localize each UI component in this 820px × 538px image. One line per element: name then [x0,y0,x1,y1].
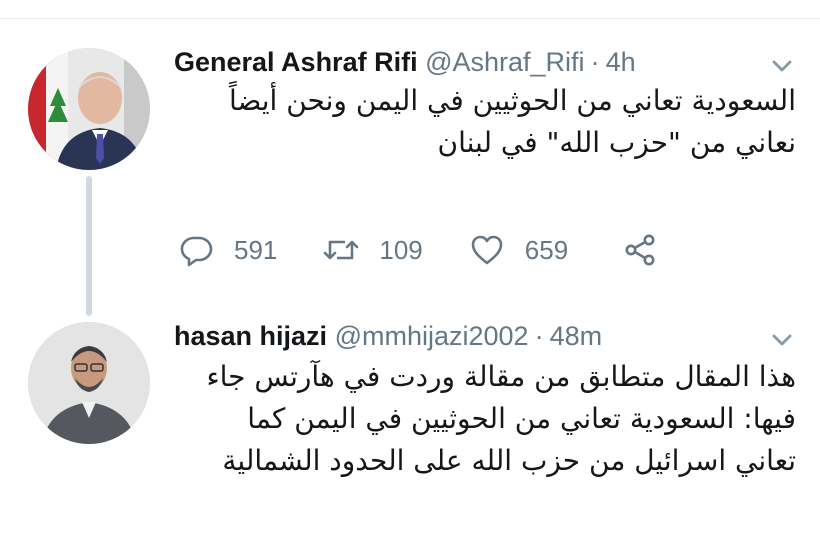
username[interactable]: @Ashraf_Rifi [425,47,584,77]
separator-dot: · [534,321,544,351]
like-button[interactable]: 659 [469,232,568,268]
separator-dot: · [590,47,600,77]
divider-top [0,18,820,19]
display-name[interactable]: hasan hijazi [174,321,327,351]
display-name[interactable]: General Ashraf Rifi [174,47,418,77]
chevron-down-icon[interactable] [768,52,796,80]
avatar-image-rifi [28,48,150,170]
tweet-header: General Ashraf Rifi @Ashraf_Rifi · 4h [174,45,636,79]
avatar[interactable] [28,322,150,444]
tweet-text-line: فيها: السعودية تعاني من الحوثيين في اليم… [247,402,796,435]
thread-connector [86,176,92,316]
retweet-button[interactable]: 109 [323,232,423,268]
share-icon [625,234,655,266]
tweet-actions: 591 109 659 [178,232,704,268]
tweet-text-line: نعاني من "حزب الله" في لبنان [437,126,797,159]
like-count: 659 [524,234,569,265]
avatar-image-hijazi [28,322,150,444]
timestamp[interactable]: 4h [606,47,636,77]
username[interactable]: @mmhijazi2002 [335,321,529,351]
tweet-text-line: تعاني اسرائيل من حزب الله على الحدود الش… [222,444,796,477]
retweet-icon [324,240,359,260]
reply-count: 591 [234,234,278,265]
tweet-text-line: هذا المقال متطابق من مقالة وردت في هآرتس… [206,360,796,393]
tweet-text: هذا المقال متطابق من مقالة وردت في هآرتس… [206,356,796,482]
tweet-text-line: السعودية تعاني من الحوثيين في اليمن ونحن… [228,84,796,117]
timestamp[interactable]: 48m [550,321,603,351]
avatar[interactable] [28,48,150,170]
reply-button[interactable]: 591 [178,232,277,268]
retweet-count: 109 [379,234,423,265]
reply-icon [180,236,213,267]
tweet-text: السعودية تعاني من الحوثيين في اليمن ونحن… [229,80,796,164]
share-button[interactable] [622,232,658,268]
tweet-header: hasan hijazi @mmhijazi2002 · 48m [174,319,602,353]
chevron-down-icon[interactable] [768,326,796,354]
like-icon [471,235,503,265]
